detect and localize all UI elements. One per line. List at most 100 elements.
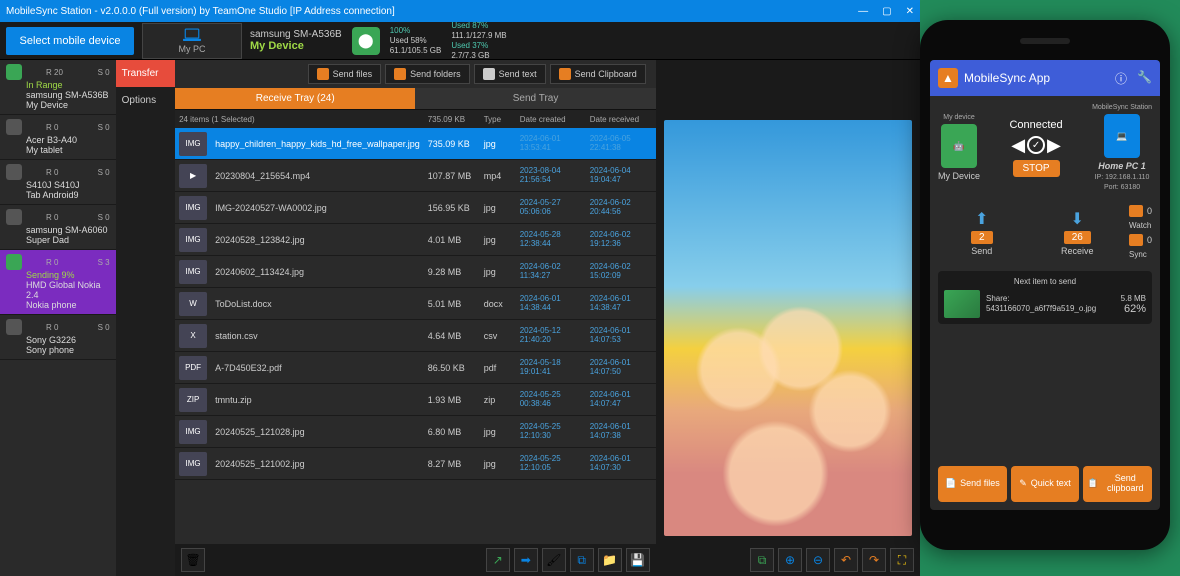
rotate-left-button[interactable]: ↶ — [834, 548, 858, 572]
tab-receive[interactable]: Receive Tray (24) — [175, 88, 415, 109]
minimize-button[interactable]: — — [858, 6, 868, 17]
folders-icon — [394, 68, 406, 80]
send-folders-button[interactable]: Send folders — [385, 64, 470, 84]
send-label: Send — [971, 246, 992, 256]
window-controls: — ▢ ✕ — [858, 6, 914, 17]
send-stat[interactable]: ⬆ 2 Send — [938, 209, 1026, 256]
zoom-out-button[interactable]: ⊖ — [806, 548, 830, 572]
file-type: jpg — [480, 427, 516, 437]
s-signal: S 0 — [98, 168, 110, 177]
sidebar[interactable]: R 20S 0In Rangesamsung SM-A536BMy Device… — [0, 60, 116, 576]
device-model: samsung SM-A6060 — [26, 225, 110, 235]
phone-send-files-button[interactable]: 📄Send files — [938, 466, 1007, 502]
file-size: 9.28 MB — [424, 267, 480, 277]
sidebar-device-item[interactable]: R 0S 0samsung SM-A6060Super Dad — [0, 205, 116, 250]
download-icon: ⬇ — [1071, 209, 1084, 229]
file-thumb: W — [179, 292, 207, 316]
body: R 20S 0In Rangesamsung SM-A536BMy Device… — [0, 60, 920, 576]
file-thumb: IMG — [179, 196, 207, 220]
tab-send[interactable]: Send Tray — [415, 88, 655, 109]
titlebar: MobileSync Station - v2.0.0.0 (Full vers… — [0, 0, 920, 22]
file-thumb: IMG — [179, 228, 207, 252]
r-signal: R 20 — [46, 68, 63, 77]
close-button[interactable]: ✕ — [906, 6, 914, 17]
col-created[interactable]: Date created — [516, 115, 586, 124]
file-row[interactable]: ZIPtmntu.zip1.93 MBzip2024-05-2500:38:46… — [175, 384, 656, 416]
col-total[interactable]: 735.09 KB — [424, 115, 480, 124]
phone-device-col: My device 🤖 My Device — [938, 114, 980, 181]
file-row[interactable]: IMGIMG-20240527-WA0002.jpg156.95 KBjpg20… — [175, 192, 656, 224]
zoom-in-button[interactable]: ⊕ — [778, 548, 802, 572]
date-created: 2024-05-2500:38:46 — [520, 391, 582, 409]
sidebar-device-item[interactable]: R 0S 0Sony G3226Sony phone — [0, 315, 116, 360]
file-row[interactable]: IMG20240602_113424.jpg9.28 MBjpg2024-06-… — [175, 256, 656, 288]
rotate-right-button[interactable]: ↷ — [862, 548, 886, 572]
connected-label: Connected — [1009, 119, 1062, 131]
file-row[interactable]: IMG20240525_121002.jpg8.27 MBjpg2024-05-… — [175, 448, 656, 480]
device-model: Acer B3-A40 — [26, 135, 110, 145]
folder-button[interactable]: 📁 — [598, 548, 622, 572]
file-row[interactable]: IMGhappy_children_happy_kids_hd_free_wal… — [175, 128, 656, 160]
sidebar-device-item[interactable]: R 20S 0In Rangesamsung SM-A536BMy Device — [0, 60, 116, 115]
file-row[interactable]: IMG20240525_121028.jpg6.80 MBjpg2024-05-… — [175, 416, 656, 448]
sidebar-device-item[interactable]: R 0S 3Sending 9%HMD Global Nokia 2.4Noki… — [0, 250, 116, 315]
main-area: Send files Send folders Send text Send C… — [175, 60, 656, 576]
send-text-button[interactable]: Send text — [474, 64, 546, 84]
list-body[interactable]: IMGhappy_children_happy_kids_hd_free_wal… — [175, 128, 656, 544]
file-row[interactable]: ▶20230804_215654.mp4107.87 MBmp42023-08-… — [175, 160, 656, 192]
sync-row[interactable]: 0 — [1129, 234, 1152, 246]
next-size: 5.8 MB — [1121, 294, 1146, 303]
phone-pc-icon: 💻 — [1104, 114, 1140, 158]
pencil-icon: ✎ — [1019, 479, 1027, 489]
phone-quick-text-button[interactable]: ✎Quick text — [1011, 466, 1080, 502]
phone-app-logo-icon: ▲ — [938, 68, 958, 88]
share-button[interactable]: ↗ — [486, 548, 510, 572]
s-signal: S 0 — [98, 213, 110, 222]
receive-stat[interactable]: ⬇ 26 Receive — [1034, 209, 1122, 256]
col-type[interactable]: Type — [480, 115, 516, 124]
fullscreen-button[interactable]: ⛶ — [890, 548, 914, 572]
col-summary[interactable]: 24 items (1 Selected) — [175, 115, 424, 124]
receive-label: Receive — [1061, 246, 1094, 256]
sidebar-device-item[interactable]: R 0S 0Acer B3-A40My tablet — [0, 115, 116, 160]
date-created: 2023-08-0421:56:54 — [520, 167, 582, 185]
preview-image[interactable] — [664, 120, 912, 536]
phone-info-icon[interactable]: ⓘ — [1115, 70, 1127, 87]
nav-options[interactable]: Options — [116, 87, 175, 114]
copy-image-button[interactable]: ⧉ — [750, 548, 774, 572]
watch-count: 0 — [1147, 206, 1152, 216]
nav-transfer[interactable]: Transfer — [116, 60, 175, 87]
file-row[interactable]: PDFA-7D450E32.pdf86.50 KBpdf2024-05-1819… — [175, 352, 656, 384]
maximize-button[interactable]: ▢ — [882, 6, 891, 17]
phone-mockup: ▲ MobileSync App ⓘ 🔧 My device 🤖 My Devi… — [920, 20, 1170, 550]
phone-header: ▲ MobileSync App ⓘ 🔧 — [930, 60, 1160, 96]
file-row[interactable]: WToDoList.docx5.01 MBdocx2024-06-0114:38… — [175, 288, 656, 320]
forward-button[interactable]: ➡ — [514, 548, 538, 572]
action-row: Send files Send folders Send text Send C… — [175, 60, 656, 88]
stop-button[interactable]: STOP — [1013, 160, 1060, 177]
file-size: 8.27 MB — [424, 459, 480, 469]
col-received[interactable]: Date received — [586, 115, 656, 124]
copy-button[interactable]: ⧉ — [570, 548, 594, 572]
my-pc-card[interactable]: My PC — [142, 23, 242, 59]
clipboard-icon — [559, 68, 571, 80]
file-row[interactable]: IMG20240528_123842.jpg4.01 MBjpg2024-05-… — [175, 224, 656, 256]
sync-folder-icon — [1129, 234, 1143, 246]
date-created: 2024-05-1221:40:20 — [520, 327, 582, 345]
phone-send-clipboard-button[interactable]: 📋Send clipboard — [1083, 466, 1152, 502]
delete-button[interactable]: 🗑 — [181, 548, 205, 572]
device-name-col: samsung SM-A536B My Device — [250, 29, 342, 52]
my-device-top-label: My device — [943, 114, 975, 121]
brush-button[interactable]: 🖌 — [542, 548, 566, 572]
send-files-button[interactable]: Send files — [308, 64, 382, 84]
send-clipboard-button[interactable]: Send Clipboard — [550, 64, 646, 84]
file-type: pdf — [480, 363, 516, 373]
phone-settings-icon[interactable]: 🔧 — [1137, 70, 1152, 87]
header: Select mobile device My PC samsung SM-A5… — [0, 22, 920, 60]
watch-row[interactable]: 0 — [1129, 205, 1152, 217]
device-status: In Range — [26, 80, 110, 90]
sidebar-device-item[interactable]: R 0S 0S410J S410JTab Android9 — [0, 160, 116, 205]
file-row[interactable]: Xstation.csv4.64 MBcsv2024-05-1221:40:20… — [175, 320, 656, 352]
app-window: MobileSync Station - v2.0.0.0 (Full vers… — [0, 0, 920, 576]
save-button[interactable]: 💾 — [626, 548, 650, 572]
